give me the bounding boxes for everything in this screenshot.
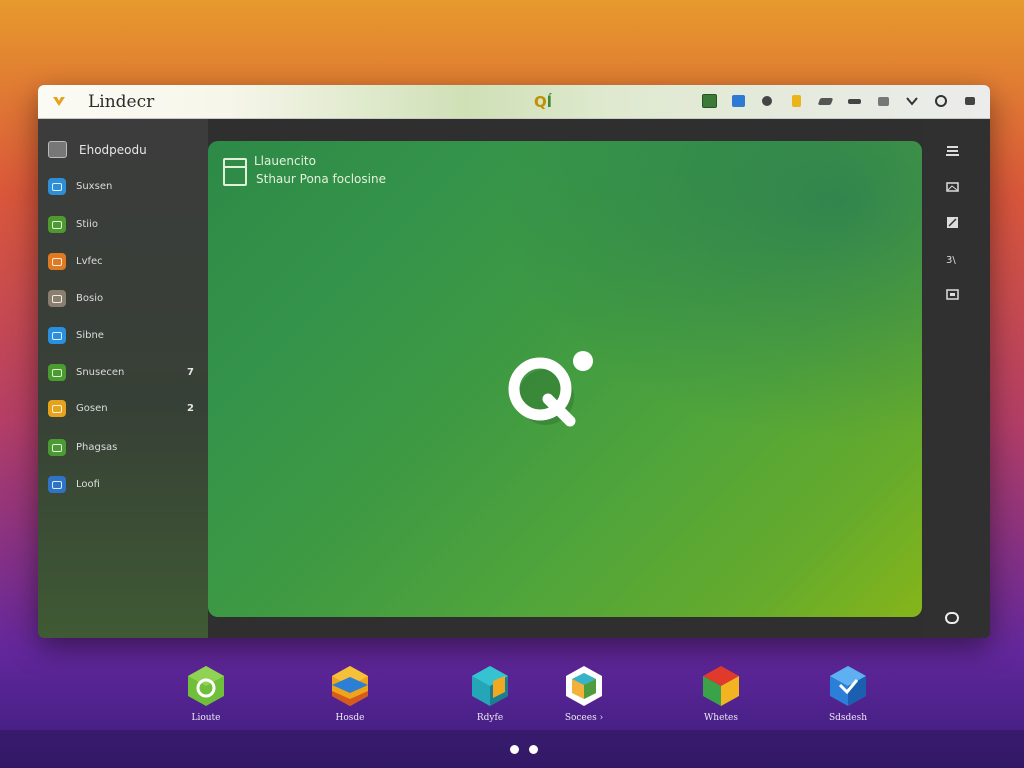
sidebar-item-phagsas[interactable]: Phagsas <box>48 439 198 456</box>
cube-app-icon <box>566 666 602 706</box>
search-logo-icon <box>508 351 593 427</box>
cube-app-icon <box>703 666 739 706</box>
app-icon <box>48 327 66 344</box>
app-icon <box>48 400 66 417</box>
text-icon[interactable]: 3\ <box>946 253 959 264</box>
circle-icon[interactable] <box>931 92 951 110</box>
list-icon[interactable] <box>873 92 893 110</box>
chat-icon[interactable] <box>945 612 959 624</box>
sidebar-item-bosio[interactable]: Bosio <box>48 290 198 307</box>
yellow-note-icon[interactable] <box>786 92 806 110</box>
frame-icon[interactable] <box>946 289 959 300</box>
app-icon <box>48 216 66 233</box>
page-indicator[interactable] <box>510 745 538 754</box>
toolbar-icons <box>690 92 980 110</box>
right-toolbar: 3\ <box>924 119 990 638</box>
app-icon <box>48 476 66 493</box>
app-icon <box>48 290 66 307</box>
layers-icon[interactable] <box>946 145 959 156</box>
page-dot[interactable] <box>529 745 538 754</box>
cube-app-icon <box>830 666 866 706</box>
count-badge: 7 <box>187 367 194 378</box>
app-icon <box>48 439 66 456</box>
page-dot[interactable] <box>510 745 519 754</box>
count-badge: 2 <box>187 403 194 414</box>
cube-app-icon <box>332 666 368 706</box>
main-content-panel: Llauencito Sthaur Pona foclosine <box>208 141 922 617</box>
brush-icon[interactable] <box>815 92 835 110</box>
app-logo-icon <box>53 97 65 106</box>
app-title: Lindecr <box>88 92 155 112</box>
sidebar-item-loofi[interactable]: Loofi <box>48 476 198 493</box>
dock-app-hosde[interactable]: Hosde <box>320 665 380 723</box>
sidebar-item-lvfec[interactable]: Lvfec <box>48 253 198 270</box>
folder-icon <box>48 141 67 158</box>
sidebar: Ehodpeodu Suxsen Stiio Lvfec Bosio Sibne… <box>38 119 208 638</box>
sidebar-item-stiio[interactable]: Stiio <box>48 216 198 233</box>
svg-text:3\: 3\ <box>946 255 956 264</box>
sidebar-item-sibne[interactable]: Sibne <box>48 327 198 344</box>
app-icon <box>48 364 66 381</box>
gear-icon[interactable] <box>757 92 777 110</box>
dock-app-lioute[interactable]: Lioute <box>176 665 236 723</box>
title-bar: Lindecr Qĺ <box>38 85 990 119</box>
sidebar-item-suxsen[interactable]: Suxsen <box>48 178 198 195</box>
image-icon[interactable] <box>946 181 959 192</box>
tools-icon[interactable] <box>960 92 980 110</box>
sidebar-item-gosen[interactable]: Gosen 2 <box>48 400 198 417</box>
arrow-icon[interactable] <box>844 92 864 110</box>
app-icon <box>48 178 66 195</box>
app-window: Lindecr Qĺ Ehodpeodu Suxsen Stiio Lvfec… <box>38 85 990 638</box>
hexagon-app-icon <box>188 666 224 706</box>
app-icon <box>48 253 66 270</box>
sidebar-header[interactable]: Ehodpeodu <box>48 141 147 158</box>
dock-app-rdyfe[interactable]: Rdyfe <box>460 665 520 723</box>
panel-title: Llauencito <box>254 154 316 168</box>
center-logo: Qĺ <box>534 93 552 111</box>
cube-app-icon <box>472 666 508 706</box>
sidebar-item-snusecen[interactable]: Snusecen 7 <box>48 364 198 381</box>
blue-window-icon[interactable] <box>728 92 748 110</box>
dock-app-whetes[interactable]: Whetes <box>691 665 751 723</box>
dock-app-sdsdesh[interactable]: Sdsdesh <box>818 665 878 723</box>
panel-subtitle: Sthaur Pona foclosine <box>256 172 386 186</box>
green-square-icon[interactable] <box>699 92 719 110</box>
chevron-down-icon[interactable] <box>902 92 922 110</box>
edit-icon[interactable] <box>946 217 959 228</box>
document-icon <box>223 158 247 186</box>
dock-app-socees[interactable]: Socees › <box>554 665 614 723</box>
